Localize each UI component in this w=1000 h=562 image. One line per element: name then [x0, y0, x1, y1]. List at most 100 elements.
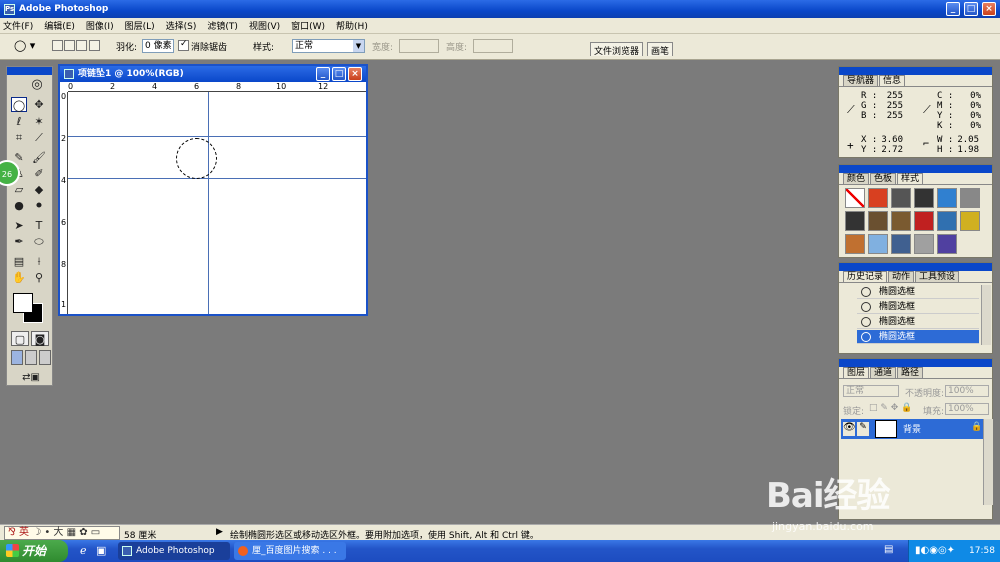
- menu-view[interactable]: 视图(V): [249, 19, 280, 32]
- style-swatch[interactable]: [891, 211, 911, 231]
- layer-row[interactable]: 👁 ✎ 背景 🔒: [841, 419, 983, 439]
- opacity-input[interactable]: 100%: [945, 385, 989, 397]
- vertical-guide[interactable]: [208, 92, 209, 314]
- path-select-icon[interactable]: ➤: [11, 218, 27, 233]
- fill-input[interactable]: 100%: [945, 403, 989, 415]
- ie-icon[interactable]: ℯ: [80, 544, 87, 557]
- history-item[interactable]: 椭圆选框: [857, 300, 979, 314]
- antialias-checkbox[interactable]: ✓: [178, 39, 189, 51]
- menu-edit[interactable]: 编辑(E): [44, 19, 75, 32]
- minimize-button[interactable]: _: [946, 2, 960, 16]
- height-input[interactable]: [473, 39, 513, 53]
- maximize-button[interactable]: □: [964, 2, 978, 16]
- status-arrow-icon[interactable]: ▶: [216, 527, 223, 537]
- lasso-tool-icon[interactable]: ℓ: [11, 114, 27, 129]
- style-swatch[interactable]: [868, 188, 888, 208]
- tab-paths[interactable]: 路径: [897, 367, 924, 378]
- jump-to-imageready-icon[interactable]: ⇄▣: [13, 370, 49, 385]
- intersect-selection-icon[interactable]: [89, 40, 100, 51]
- pen-tool-icon[interactable]: ✒: [11, 234, 27, 249]
- lock-icons[interactable]: □ ✎ ✥ 🔒: [869, 403, 912, 413]
- tab-styles[interactable]: 样式: [897, 173, 924, 184]
- desktop-icon[interactable]: ▣: [96, 544, 106, 557]
- tab-channels[interactable]: 通道: [870, 367, 897, 378]
- style-swatch[interactable]: [914, 188, 934, 208]
- history-item-current[interactable]: 椭圆选框: [857, 330, 979, 344]
- paint-bucket-icon[interactable]: ◆: [31, 182, 47, 197]
- dodge-tool-icon[interactable]: ⚫: [31, 198, 47, 213]
- tab-color[interactable]: 颜色: [843, 173, 870, 184]
- horizontal-guide[interactable]: [68, 136, 366, 137]
- history-brush-icon[interactable]: ✐: [31, 166, 47, 181]
- adobe-online-icon[interactable]: ◎: [25, 77, 49, 92]
- doc-maximize-button[interactable]: □: [332, 67, 346, 81]
- task-browser[interactable]: 厘_百度图片搜索 . . .: [234, 542, 346, 560]
- style-swatch[interactable]: [891, 234, 911, 254]
- ellipse-marquee-tool-icon[interactable]: ◯: [11, 97, 27, 112]
- style-swatch[interactable]: [937, 211, 957, 231]
- doc-close-button[interactable]: ×: [348, 67, 362, 81]
- hand-tool-icon[interactable]: ✋: [11, 270, 27, 285]
- style-swatch[interactable]: [960, 211, 980, 231]
- blur-tool-icon[interactable]: ●: [11, 198, 27, 213]
- history-item[interactable]: 椭圆选框: [857, 315, 979, 329]
- screen-mode-full-icon[interactable]: [39, 350, 51, 365]
- style-swatch[interactable]: [845, 211, 865, 231]
- screen-mode-standard-icon[interactable]: [11, 350, 23, 365]
- feather-input[interactable]: 0 像素: [142, 39, 174, 53]
- style-swatch[interactable]: [845, 234, 865, 254]
- style-swatch[interactable]: [891, 188, 911, 208]
- tab-actions[interactable]: 动作: [888, 271, 915, 282]
- slice-tool-icon[interactable]: ⟋: [31, 130, 47, 145]
- style-swatch[interactable]: [845, 188, 865, 208]
- file-browser-tab[interactable]: 文件浏览器: [590, 42, 644, 57]
- ellipse-shape-icon[interactable]: ⬭: [31, 234, 47, 249]
- history-item[interactable]: 椭圆选框: [857, 285, 979, 299]
- brush-tool-icon[interactable]: 🖌: [31, 150, 47, 165]
- history-panel-header[interactable]: [839, 263, 992, 271]
- menu-select[interactable]: 选择(S): [166, 19, 197, 32]
- zoom-tool-icon[interactable]: ⚲: [31, 270, 47, 285]
- menu-image[interactable]: 图像(I): [86, 19, 114, 32]
- menu-layer[interactable]: 图层(L): [125, 19, 155, 32]
- type-tool-icon[interactable]: T: [31, 218, 47, 233]
- tray-icons[interactable]: ▮◐◉◎✦: [915, 540, 955, 562]
- magic-wand-icon[interactable]: ✶: [31, 114, 47, 129]
- style-select[interactable]: 正常 ▼: [292, 39, 365, 53]
- move-tool-icon[interactable]: ✥: [31, 97, 47, 112]
- screen-mode-full-menu-icon[interactable]: [25, 350, 37, 365]
- eye-icon[interactable]: 👁: [843, 422, 856, 436]
- style-swatch[interactable]: [914, 234, 934, 254]
- tab-navigator[interactable]: 导航器: [843, 75, 879, 86]
- tools-palette-header[interactable]: [7, 67, 52, 75]
- menu-help[interactable]: 帮助(H): [336, 19, 368, 32]
- menu-file[interactable]: 文件(F): [3, 19, 33, 32]
- doc-minimize-button[interactable]: _: [316, 67, 330, 81]
- layers-panel-header[interactable]: [839, 359, 992, 367]
- menu-filter[interactable]: 滤镜(T): [207, 19, 238, 32]
- quick-mask-icon[interactable]: ◙: [31, 331, 49, 346]
- tab-history[interactable]: 历史记录: [843, 271, 888, 282]
- document-title-bar[interactable]: 项链坠1 @ 100%(RGB) _ □ ×: [60, 66, 366, 82]
- style-swatch[interactable]: [868, 234, 888, 254]
- canvas-area[interactable]: 0 2 4 6 8 10 12 0 2 4 6 8 1: [60, 82, 366, 314]
- new-selection-icon[interactable]: [52, 40, 63, 51]
- task-photoshop[interactable]: Adobe Photoshop: [118, 542, 230, 560]
- style-swatch[interactable]: [937, 188, 957, 208]
- standard-mode-icon[interactable]: ▢: [11, 331, 29, 346]
- add-selection-icon[interactable]: [64, 40, 75, 51]
- menu-window[interactable]: 窗口(W): [291, 19, 325, 32]
- history-scrollbar[interactable]: [981, 285, 991, 345]
- style-swatch[interactable]: [960, 188, 980, 208]
- width-input[interactable]: [399, 39, 439, 53]
- styles-panel-header[interactable]: [839, 165, 992, 173]
- style-swatch[interactable]: [914, 211, 934, 231]
- elliptical-selection[interactable]: [176, 138, 217, 179]
- style-swatch[interactable]: [868, 211, 888, 231]
- close-button[interactable]: ×: [982, 2, 996, 16]
- start-button[interactable]: 开始: [0, 540, 68, 562]
- info-panel-header[interactable]: [839, 67, 992, 75]
- tab-layers[interactable]: 图层: [843, 367, 870, 378]
- brushes-tab[interactable]: 画笔: [647, 42, 674, 57]
- style-swatch[interactable]: [937, 234, 957, 254]
